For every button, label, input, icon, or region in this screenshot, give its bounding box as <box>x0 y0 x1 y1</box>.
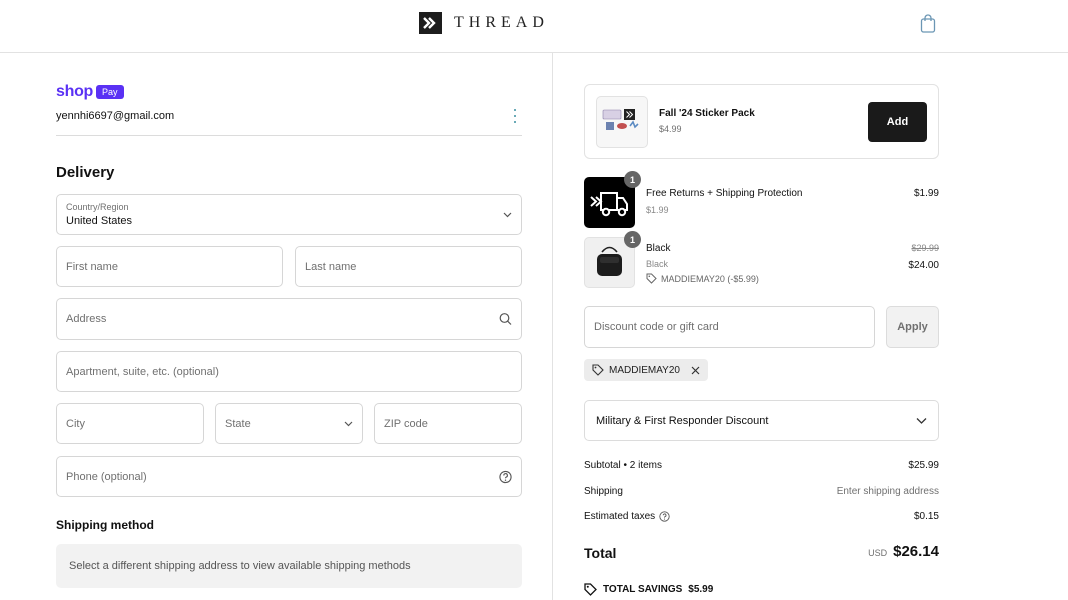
taxes-value: $0.15 <box>913 511 939 522</box>
apply-discount-button[interactable]: Apply <box>886 306 939 348</box>
total-currency: USD <box>868 548 888 558</box>
taxes-label-wrap: Estimated taxes <box>584 511 670 522</box>
order-summary: Fall '24 Sticker Pack $4.99 Add 1 Free R… <box>554 53 1068 600</box>
divider <box>56 135 522 136</box>
last-name-placeholder: Last name <box>305 260 357 273</box>
military-discount-accordion[interactable]: Military & First Responder Discount <box>584 400 939 441</box>
country-select[interactable]: Country/Region United States <box>56 194 522 235</box>
shopping-bag-icon <box>920 14 936 33</box>
subtotal-row: Subtotal • 2 items $25.99 <box>584 460 939 476</box>
checkout-form: shop Pay yennhi6697@gmail.com Delivery C… <box>0 53 553 600</box>
header: THREAD <box>0 0 1068 53</box>
tag-icon <box>592 364 604 376</box>
total-label: Total <box>584 545 617 561</box>
upsell-card: Fall '24 Sticker Pack $4.99 Add <box>584 84 939 159</box>
brand-name: THREAD <box>454 14 549 31</box>
help-circle-icon[interactable] <box>659 511 670 522</box>
help-circle-icon[interactable] <box>499 470 512 483</box>
line-item-price: $1.99 <box>913 188 939 199</box>
first-name-placeholder: First name <box>66 260 118 273</box>
taxes-label: Estimated taxes <box>584 511 656 522</box>
shipping-row: Shipping Enter shipping address <box>584 486 939 502</box>
line-item: 1 Black Black MADDIEMAY20 (-$5.99) $29.9… <box>584 231 939 289</box>
shipping-value: Enter shipping address <box>836 486 939 497</box>
chevron-down-icon <box>916 417 927 424</box>
total-savings: TOTAL SAVINGS $5.99 <box>584 583 713 596</box>
line-item: 1 Free Returns + Shipping Protection $1.… <box>584 171 939 229</box>
country-label: Country/Region <box>66 202 129 212</box>
address-input[interactable]: Address <box>56 298 522 340</box>
remove-discount-button[interactable] <box>691 366 700 375</box>
shipping-method-notice: Select a different shipping address to v… <box>56 544 522 588</box>
discount-row: Discount code or gift card Apply <box>584 306 939 348</box>
last-name-input[interactable]: Last name <box>295 246 522 287</box>
taxes-row: Estimated taxes $0.15 <box>584 511 939 527</box>
city-placeholder: City <box>66 417 85 430</box>
line-item-name: Free Returns + Shipping Protection <box>646 188 803 199</box>
apartment-placeholder: Apartment, suite, etc. (optional) <box>66 365 219 378</box>
shipping-label: Shipping <box>584 486 623 497</box>
upsell-product-name: Fall '24 Sticker Pack <box>659 108 755 119</box>
line-item-original-price: $29.99 <box>911 243 939 253</box>
search-icon <box>499 313 512 325</box>
total-value: $26.14 <box>893 543 939 560</box>
shop-pay-wordmark: shop <box>56 83 94 100</box>
total-amount: USD $26.14 <box>868 543 939 560</box>
line-item-subtitle: $1.99 <box>646 205 669 215</box>
quantity-badge: 1 <box>624 231 641 248</box>
line-item-name: Black <box>646 243 671 254</box>
line-item-discount: MADDIEMAY20 (-$5.99) <box>646 273 759 284</box>
zip-placeholder: ZIP code <box>384 417 428 430</box>
address-placeholder: Address <box>66 313 107 325</box>
discount-placeholder: Discount code or gift card <box>594 321 719 333</box>
shipping-method-message: Select a different shipping address to v… <box>69 560 411 572</box>
quantity-badge: 1 <box>624 171 641 188</box>
zip-input[interactable]: ZIP code <box>374 403 522 444</box>
chevron-down-icon <box>344 421 353 426</box>
line-item-discount-text: MADDIEMAY20 (-$5.99) <box>661 273 759 284</box>
add-upsell-button[interactable]: Add <box>868 102 927 142</box>
line-item-price: $24.00 <box>908 260 939 271</box>
brand-logo[interactable]: THREAD <box>419 12 549 34</box>
account-email: yennhi6697@gmail.com <box>56 110 175 122</box>
chevron-down-icon <box>503 212 512 217</box>
military-discount-label: Military & First Responder Discount <box>596 414 769 427</box>
first-name-input[interactable]: First name <box>56 246 283 287</box>
subtotal-value: $25.99 <box>908 460 939 471</box>
shop-pay-badge: Pay <box>96 85 124 99</box>
kebab-menu-icon[interactable] <box>510 109 520 123</box>
applied-discount-code: MADDIEMAY20 <box>609 364 680 376</box>
discount-code-input[interactable]: Discount code or gift card <box>584 306 875 348</box>
shipping-method-heading: Shipping method <box>56 518 154 532</box>
sticker-pack-thumbnail <box>596 96 648 148</box>
phone-input[interactable]: Phone (optional) <box>56 456 522 497</box>
apartment-input[interactable]: Apartment, suite, etc. (optional) <box>56 351 522 392</box>
subtotal-label: Subtotal • 2 items <box>584 460 662 471</box>
state-placeholder: State <box>225 417 251 430</box>
savings-label: TOTAL SAVINGS <box>603 584 683 595</box>
chevrons-right-icon <box>419 12 442 34</box>
state-select[interactable]: State <box>215 403 363 444</box>
applied-discount-chip: MADDIEMAY20 <box>584 359 708 381</box>
tag-icon <box>584 583 597 596</box>
country-value: United States <box>66 215 133 227</box>
savings-value: $5.99 <box>688 584 714 595</box>
city-input[interactable]: City <box>56 403 204 444</box>
line-item-variant: Black <box>646 259 669 269</box>
upsell-product-price: $4.99 <box>659 124 682 134</box>
close-icon <box>691 366 700 374</box>
phone-placeholder: Phone (optional) <box>66 470 147 483</box>
cart-button[interactable] <box>920 14 938 34</box>
shop-pay-logo[interactable]: shop Pay <box>56 83 124 101</box>
tag-icon <box>646 273 657 284</box>
delivery-heading: Delivery <box>56 164 115 181</box>
